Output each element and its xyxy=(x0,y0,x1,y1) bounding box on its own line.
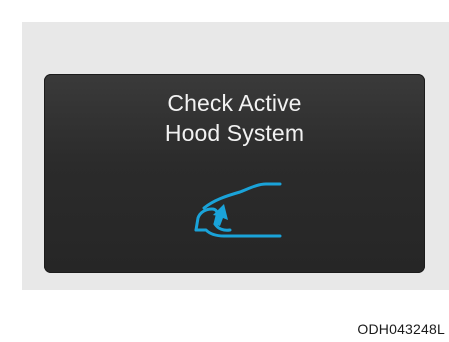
active-hood-warning-icon xyxy=(194,182,282,238)
image-code: ODH043248L xyxy=(357,321,445,337)
cluster-display: Check Active Hood System xyxy=(44,74,425,273)
message-line-1: Check Active xyxy=(167,90,302,116)
warning-message: Check Active Hood System xyxy=(44,88,425,148)
message-line-2: Hood System xyxy=(164,120,305,146)
